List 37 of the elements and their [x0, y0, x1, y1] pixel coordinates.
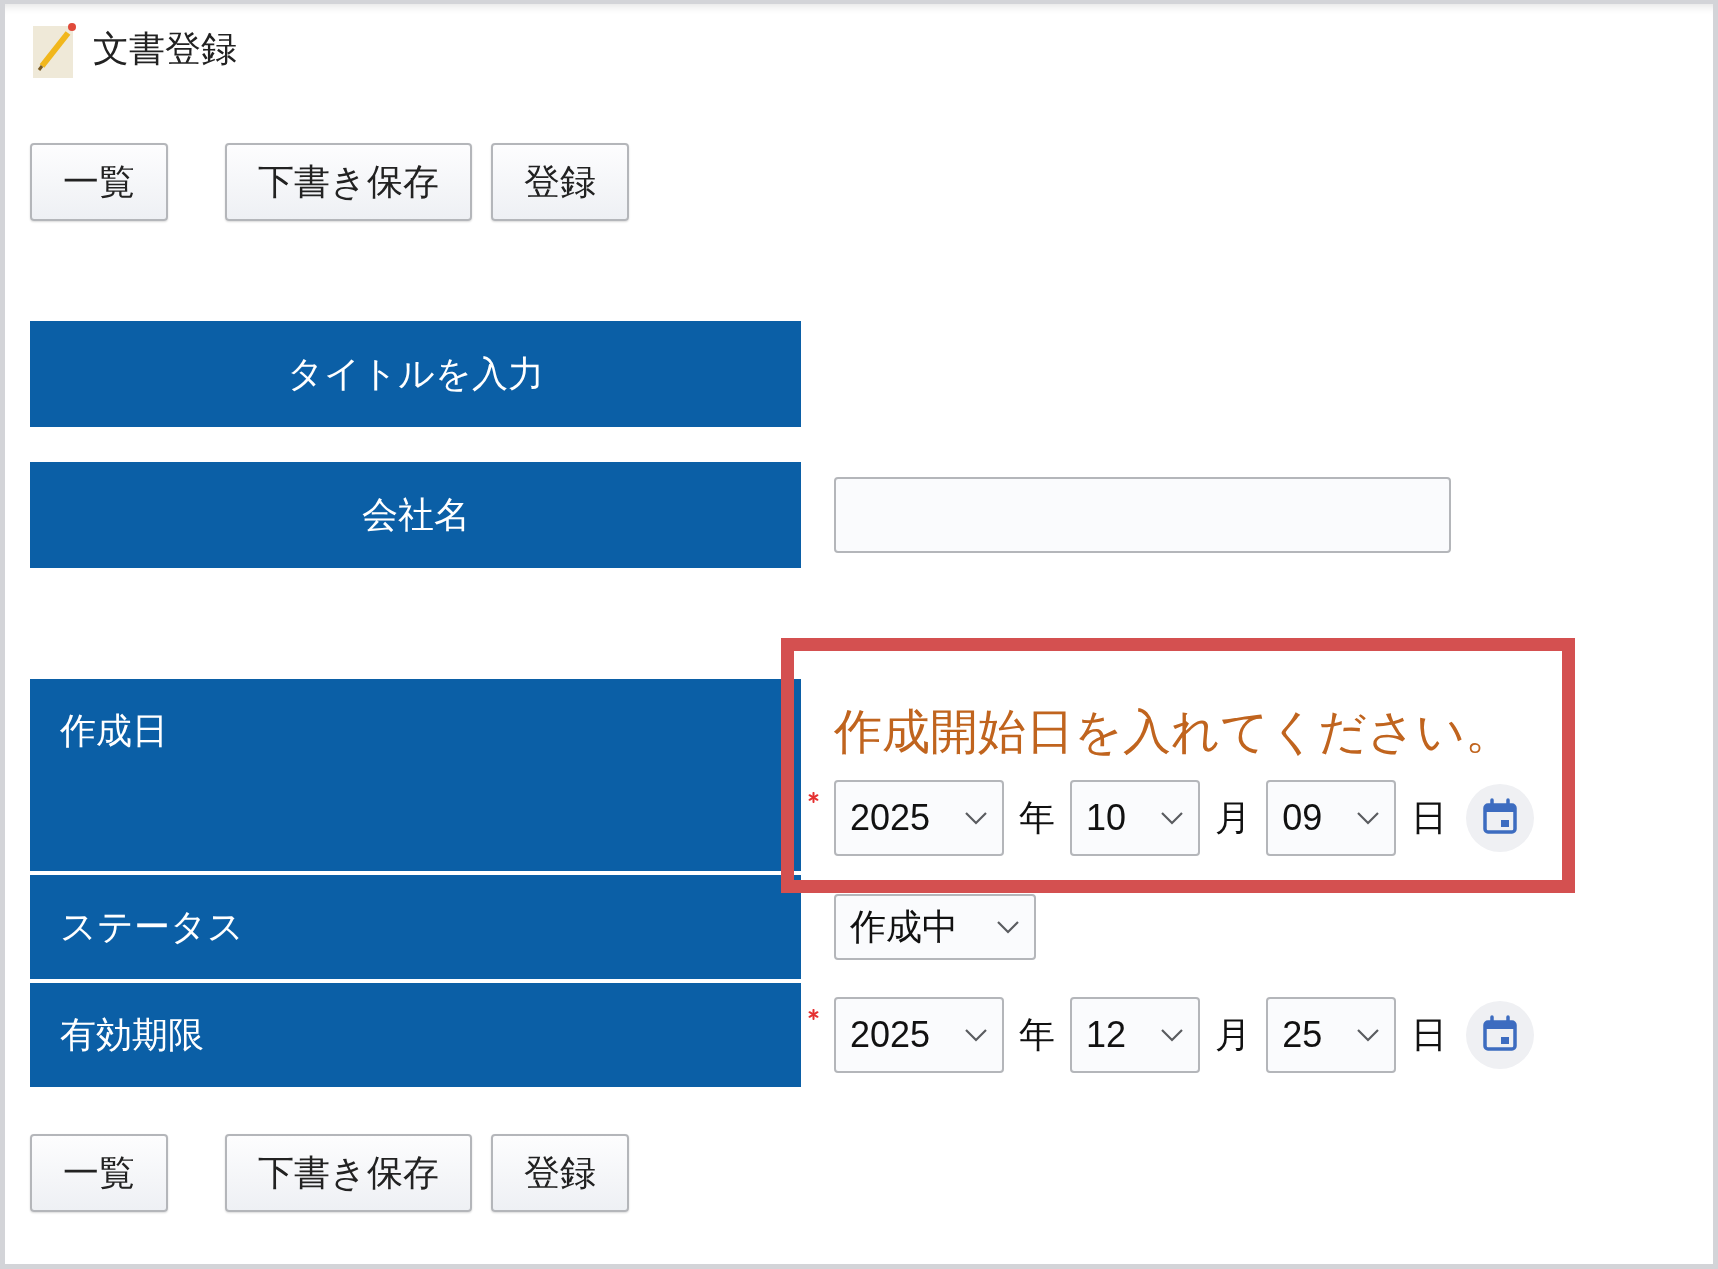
toolbar-button[interactable]: 一覧 [30, 1134, 168, 1212]
chevron-down-icon [964, 1028, 989, 1042]
dropdown[interactable]: 10 [1070, 780, 1201, 856]
field-label: ステータス [30, 875, 801, 979]
chevron-down-icon [964, 811, 989, 825]
field-label: 作成日 [30, 679, 801, 871]
dropdown[interactable]: 09 [1266, 780, 1397, 856]
date-unit-label: 日 [1411, 795, 1448, 840]
field-label: 会社名 [30, 462, 801, 568]
dropdown[interactable]: 2025 [834, 780, 1005, 856]
input-field[interactable] [834, 477, 1451, 553]
date-unit-label: 日 [1411, 1012, 1448, 1057]
toolbar-button[interactable]: 下書き保存 [225, 143, 472, 221]
chevron-down-icon [1356, 811, 1381, 825]
date-unit-label: 年 [1019, 795, 1056, 840]
chevron-down-icon [1160, 1028, 1185, 1042]
pencil-icon [33, 21, 77, 78]
page-title: 文書登録 [93, 27, 237, 71]
toolbar-button[interactable]: 一覧 [30, 143, 168, 221]
dropdown[interactable]: 2025 [834, 997, 1005, 1073]
field-label: 有効期限 [30, 983, 801, 1087]
toolbar-button[interactable]: 下書き保存 [225, 1134, 472, 1212]
chevron-down-icon [1356, 1028, 1381, 1042]
toolbar-button[interactable]: 登録 [491, 143, 629, 221]
date-unit-label: 月 [1215, 795, 1252, 840]
date-unit-label: 月 [1215, 1012, 1252, 1057]
date-unit-label: 年 [1019, 1012, 1056, 1057]
dropdown[interactable]: 12 [1070, 997, 1201, 1073]
calendar-icon[interactable] [1466, 1001, 1535, 1069]
chevron-down-icon [1160, 811, 1185, 825]
form-heading: タイトルを入力 [30, 321, 801, 427]
dropdown[interactable]: 作成中 [834, 894, 1036, 960]
toolbar-button[interactable]: 登録 [491, 1134, 629, 1212]
chevron-down-icon [996, 920, 1020, 934]
dropdown[interactable]: 25 [1266, 997, 1397, 1073]
calendar-icon[interactable] [1466, 784, 1535, 852]
error-message: 作成開始日を入れてください。 [834, 704, 1514, 760]
